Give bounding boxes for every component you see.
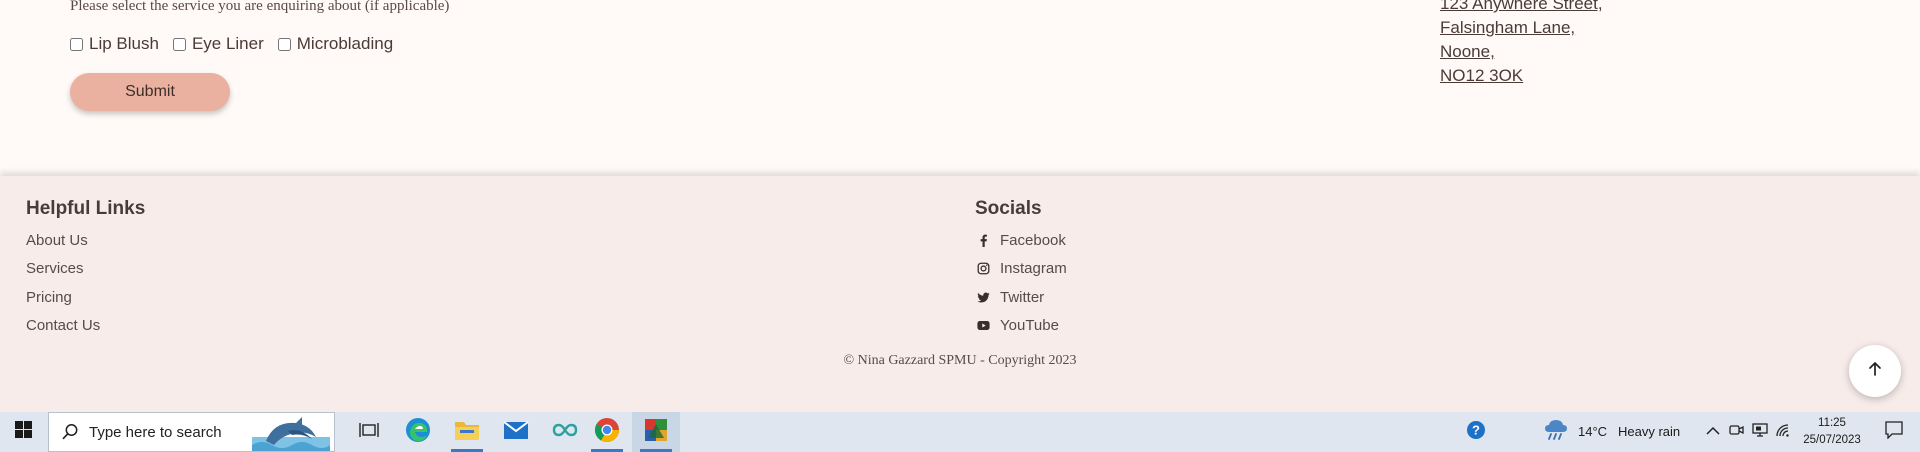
instagram-label: Instagram — [1000, 260, 1067, 278]
eye-liner-checkbox[interactable] — [172, 37, 186, 51]
weather-widget[interactable] — [1540, 412, 1572, 452]
scroll-to-top-button[interactable] — [1849, 345, 1901, 397]
file-explorer-taskbar-button[interactable] — [443, 412, 491, 452]
site-footer: Helpful Links About Us Services Pricing … — [0, 176, 1920, 412]
display-tray-button[interactable] — [1750, 412, 1770, 452]
submit-button[interactable]: Submit — [70, 73, 230, 111]
task-view-button[interactable] — [345, 412, 393, 452]
start-button[interactable] — [0, 412, 46, 452]
windows-taskbar: Type here to search ? 14°C Heavy rain 11… — [0, 412, 1920, 452]
address-line-town[interactable]: Noone, — [1440, 40, 1603, 64]
search-placeholder: Type here to search — [89, 423, 222, 441]
windows-logo-icon — [14, 421, 32, 443]
weather-description: Heavy rain — [1618, 424, 1681, 439]
folder-icon — [454, 419, 480, 446]
contact-form-section: Please select the service you are enquir… — [0, 0, 1920, 176]
weather-temperature: 14°C — [1578, 424, 1608, 439]
clock-date: 25/07/2023 — [1803, 434, 1861, 446]
youtube-icon — [975, 319, 991, 332]
rain-cloud-icon — [1543, 418, 1569, 447]
svg-text:?: ? — [1472, 422, 1480, 437]
chevron-up-icon — [1706, 423, 1720, 441]
monitor-icon — [1752, 422, 1768, 442]
footer-link-about[interactable]: About Us — [26, 226, 100, 255]
address-line-postcode[interactable]: NO12 3OK — [1440, 64, 1603, 88]
video-camera-icon — [1729, 423, 1745, 442]
twitter-label: Twitter — [1000, 288, 1045, 306]
edge-browser-icon — [405, 417, 431, 448]
taskbar-search-box[interactable]: Type here to search — [48, 412, 335, 452]
service-hint: Please select the service you are enquir… — [70, 0, 450, 14]
show-hidden-icons-button[interactable] — [1702, 412, 1724, 452]
footer-link-services[interactable]: Services — [26, 255, 100, 284]
footer-link-contact[interactable]: Contact Us — [26, 312, 100, 341]
mail-icon — [503, 420, 529, 445]
service-checkboxes: Lip Blush Eye Liner Microblading — [70, 34, 407, 54]
infinity-app-taskbar-button[interactable] — [541, 412, 589, 452]
help-tray-button[interactable]: ? — [1462, 412, 1490, 452]
facebook-label: Facebook — [1000, 231, 1066, 249]
social-link-youtube[interactable]: YouTube — [975, 312, 1067, 341]
socials-title: Socials — [975, 198, 1042, 219]
eye-liner-label: Eye Liner — [191, 34, 264, 53]
photo-app-icon — [644, 418, 668, 447]
helpful-links-list: About Us Services Pricing Contact Us — [26, 226, 100, 340]
microblading-checkbox[interactable] — [277, 37, 291, 51]
helpful-links-title: Helpful Links — [26, 198, 146, 219]
address-line-lane[interactable]: Falsingham Lane, — [1440, 16, 1603, 40]
footer-link-pricing[interactable]: Pricing — [26, 283, 100, 312]
service-option-lip-blush[interactable]: Lip Blush — [70, 34, 159, 54]
youtube-label: YouTube — [1000, 317, 1059, 335]
lip-blush-checkbox[interactable] — [70, 37, 83, 51]
chrome-taskbar-button[interactable] — [583, 412, 631, 452]
address-block: 123 Anywhere Street, Falsingham Lane, No… — [1440, 0, 1603, 88]
edge-taskbar-button[interactable] — [394, 412, 442, 452]
mail-taskbar-button[interactable] — [492, 412, 540, 452]
address-line-street[interactable]: 123 Anywhere Street, — [1440, 0, 1603, 16]
dolphin-search-highlight-icon — [252, 415, 330, 451]
infinity-icon — [552, 422, 578, 443]
social-link-twitter[interactable]: Twitter — [975, 283, 1067, 312]
task-view-icon — [359, 421, 379, 444]
facebook-icon — [975, 234, 991, 247]
socials-list: Facebook Instagram Twitter YouTube — [975, 226, 1067, 340]
lip-blush-label: Lip Blush — [89, 34, 159, 53]
service-option-eye-liner[interactable]: Eye Liner — [172, 34, 264, 54]
social-link-instagram[interactable]: Instagram — [975, 255, 1067, 284]
notifications-button[interactable] — [1872, 412, 1916, 452]
copyright-text: © Nina Gazzard SPMU - Copyright 2023 — [843, 353, 1077, 368]
notification-icon — [1885, 420, 1903, 444]
wifi-icon — [1775, 423, 1791, 442]
instagram-icon — [975, 262, 991, 275]
social-link-facebook[interactable]: Facebook — [975, 226, 1067, 255]
search-icon — [61, 423, 79, 441]
help-icon: ? — [1466, 420, 1486, 445]
meet-now-tray-button[interactable] — [1727, 412, 1747, 452]
service-option-microblading[interactable]: Microblading — [277, 34, 394, 54]
twitter-icon — [975, 291, 991, 304]
photo-app-taskbar-button[interactable] — [632, 412, 680, 452]
clock-time: 11:25 — [1818, 417, 1846, 429]
system-clock[interactable]: 11:25 25/07/2023 — [1794, 415, 1870, 449]
arrow-up-icon — [1867, 361, 1883, 382]
wifi-tray-button[interactable] — [1773, 412, 1793, 452]
chrome-icon — [594, 417, 620, 448]
microblading-label: Microblading — [296, 34, 394, 53]
